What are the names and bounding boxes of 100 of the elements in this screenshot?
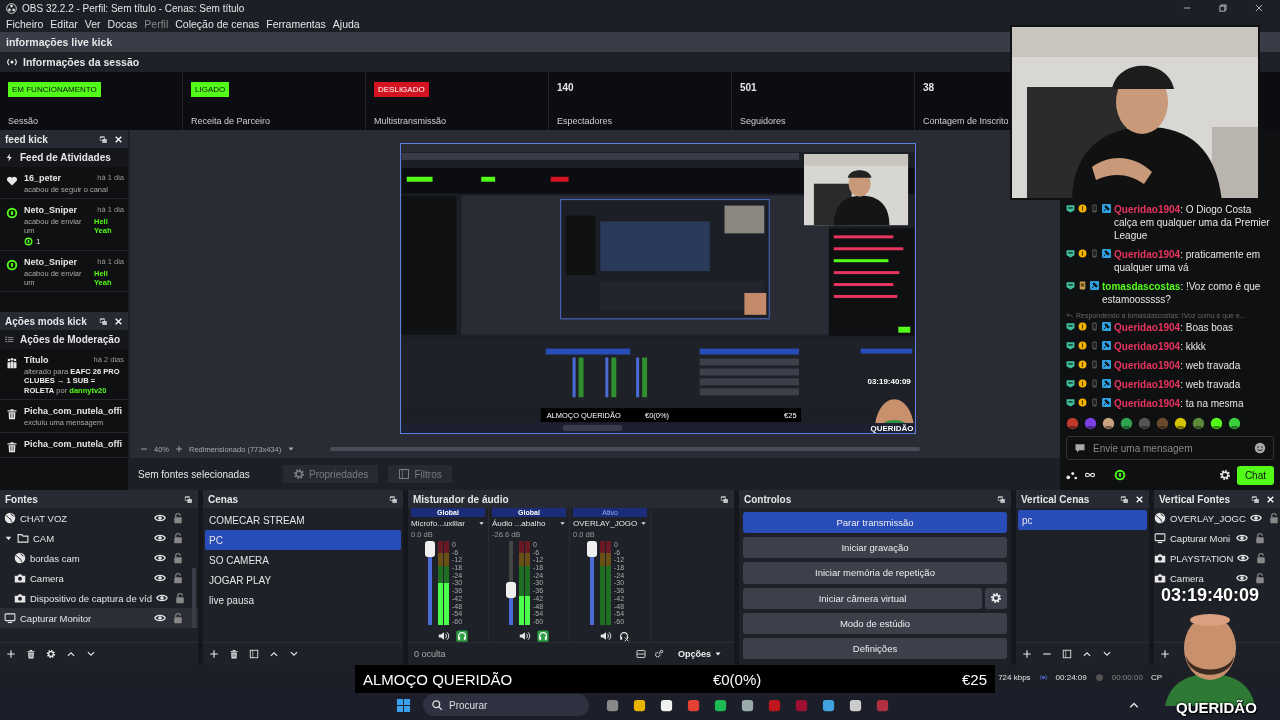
settings-button[interactable] — [985, 587, 1007, 609]
dock-title: Vertical Cenas — [1021, 493, 1091, 505]
chat-message: tomasdascostas: !Voz como é que estamoosssss? — [1102, 280, 1262, 306]
trash-icon — [26, 649, 36, 659]
app-icon[interactable] — [713, 697, 728, 713]
emote-icon[interactable] — [1102, 417, 1115, 430]
menu-item[interactable]: Ajuda — [332, 18, 360, 30]
caret-down-icon — [714, 650, 722, 658]
source-item[interactable]: CHAT VOZ — [0, 508, 198, 528]
control-button[interactable]: Definições — [743, 637, 1007, 660]
plus-icon — [6, 649, 16, 659]
trash-icon — [229, 649, 239, 659]
restore-icon[interactable] — [1218, 3, 1228, 13]
source-item[interactable]: Dispositivo de captura de víd — [0, 588, 198, 608]
gear-icon — [1218, 469, 1231, 481]
emote-icon[interactable] — [1228, 417, 1241, 430]
filter-icon — [398, 468, 411, 480]
options-button[interactable]: Opções — [672, 648, 728, 660]
menu-item[interactable]: Editar — [50, 18, 78, 30]
menu-item[interactable]: Ver — [84, 18, 101, 30]
monitor-icon — [1154, 532, 1166, 544]
control-button[interactable]: Iniciar gravação — [743, 537, 1007, 559]
source-name: CAM — [33, 532, 56, 544]
status-badge: LIGADO — [191, 82, 230, 97]
emote-icon[interactable] — [1210, 417, 1223, 430]
scene-item[interactable]: live pausa — [205, 590, 401, 610]
scene-item[interactable]: JOGAR PLAY — [205, 570, 401, 590]
search-field[interactable]: Procurar — [423, 694, 589, 716]
user-name: Picha_com_nutela_offi — [24, 438, 123, 449]
unlock-icon — [1267, 512, 1280, 524]
broadcast-icon — [6, 56, 18, 68]
app-icon[interactable] — [659, 697, 674, 713]
scene-item[interactable]: SO CAMERA — [205, 550, 401, 570]
eye-icon — [1249, 512, 1262, 524]
unlock-icon — [1255, 552, 1268, 564]
source-item[interactable]: Capturar Monitor — [0, 608, 198, 628]
speaker-icon — [519, 630, 531, 642]
source-item[interactable]: Capturar Moni — [1154, 528, 1280, 548]
close-icon[interactable] — [1254, 3, 1264, 13]
zoom-in-icon[interactable] — [175, 445, 183, 453]
volume-slider[interactable] — [587, 541, 597, 625]
status-badge: EM FUNCIONAMENTO — [8, 82, 101, 97]
source-item[interactable]: OVERLAY_JOGC — [1154, 508, 1280, 528]
stat-label: Sessão — [8, 116, 40, 126]
stat-label: Seguidores — [740, 116, 787, 126]
gear-icon — [293, 468, 305, 480]
source-item[interactable]: Camera — [0, 568, 198, 588]
source-item[interactable]: Camera — [1154, 568, 1280, 588]
plus-icon — [209, 649, 219, 659]
app-icon[interactable] — [848, 697, 863, 713]
emote-icon[interactable] — [1120, 417, 1133, 430]
eye-icon — [1237, 552, 1250, 564]
source-name: Capturar Moni — [1170, 532, 1232, 544]
control-button[interactable]: Modo de estúdio — [743, 612, 1007, 634]
plus-icon — [1160, 649, 1170, 659]
feed-heading: Feed de Atividades — [20, 152, 111, 163]
scene-item[interactable]: pc — [1018, 510, 1147, 530]
source-name: bordas cam — [30, 552, 81, 564]
timer: 03:19:40:09 — [1160, 585, 1260, 606]
dock-title: Ações mods kick — [5, 315, 88, 327]
chat-button[interactable]: Chat — [1236, 465, 1274, 485]
source-item[interactable]: CAM — [0, 528, 198, 548]
control-button[interactable]: Iniciar memória de repetição — [743, 562, 1007, 584]
kick-icon — [6, 259, 18, 271]
menu-item[interactable]: Ferramentas — [266, 18, 326, 30]
menu-item[interactable]: Coleção de cenas — [175, 18, 260, 30]
menu-item[interactable]: Docas — [107, 18, 138, 30]
unlock-icon — [1254, 532, 1266, 544]
float-icon — [997, 494, 1006, 504]
emote-icon[interactable] — [1174, 417, 1187, 430]
zoom-out-icon[interactable] — [140, 445, 148, 453]
source-item[interactable]: PLAYSTATION — [1154, 548, 1280, 568]
source-item[interactable]: bordas cam — [0, 548, 198, 568]
plus-icon — [175, 445, 183, 453]
window-title: OBS 32.2.2 - Perfil: Sem título - Cenas: Sem título — [22, 2, 246, 14]
source-name: PLAYSTATION — [1170, 552, 1234, 564]
menu-item[interactable]: Ficheiro — [6, 18, 44, 30]
app-icon[interactable] — [632, 697, 647, 713]
dock-layout-icon — [636, 649, 646, 659]
volume-slider[interactable] — [506, 541, 516, 625]
selection-status: Sem fontes selecionadas — [138, 468, 251, 480]
user-name: Picha_com_nutela_offi — [24, 406, 123, 417]
source-name: Camera — [30, 572, 65, 584]
section-title: Informações da sessão — [23, 56, 140, 68]
app-icon[interactable] — [740, 697, 755, 713]
control-button[interactable]: Parar transmissão — [743, 512, 1007, 534]
scene-item[interactable]: PC — [205, 530, 401, 550]
message-input[interactable]: Envie uma mensagem — [1066, 436, 1274, 460]
scene-item[interactable]: COMECAR STREAM — [205, 510, 401, 530]
app-icon[interactable] — [821, 697, 836, 713]
chevron-down-icon — [86, 649, 96, 659]
control-button[interactable]: Iniciar câmera virtual — [743, 587, 982, 609]
source-name: OVERLAY_JOGC — [1170, 512, 1246, 524]
volume-slider[interactable] — [425, 541, 435, 625]
channel-name: Áudio ...abalho — [492, 519, 547, 528]
reply-icon — [1066, 312, 1073, 319]
dock-title: Vertical Fontes — [1159, 493, 1232, 505]
scrollbar[interactable] — [330, 447, 920, 451]
dock-title: Controlos — [744, 493, 793, 505]
scrollbar[interactable] — [192, 568, 196, 628]
